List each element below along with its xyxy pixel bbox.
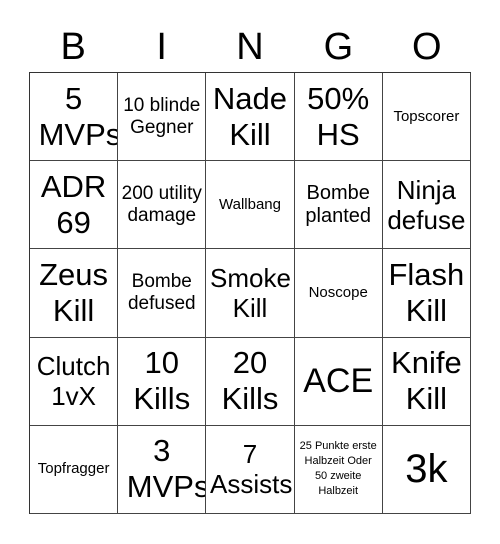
cell-text: 10 Kills [133,345,191,417]
cell-text: 3k [405,447,448,492]
cell-text: 10 blinde Gegner [123,94,201,138]
cell-text: Smoke Kill [209,262,291,323]
bingo-cell[interactable]: 10 Kills [118,337,207,426]
bingo-cell[interactable]: 3 MVPs [118,425,207,514]
cell-text: Noscope [308,283,368,301]
header-letter-o: O [412,26,442,68]
bingo-cell[interactable]: Clutch 1vX [30,337,119,426]
header-letter-i: I [156,26,167,68]
cell-text: Bombe planted [305,181,371,227]
cell-text: 50% HS [307,80,370,152]
bingo-cell[interactable]: Smoke Kill [206,249,295,338]
bingo-header: B I N G O [29,22,471,72]
cell-text: Nade Kill [212,80,288,152]
cell-text: 20 Kills [221,345,279,417]
bingo-cell[interactable]: Bombe defused [118,249,207,338]
cell-text: 25 Punkte erste Halbzeit Oder 50 zweite … [299,440,377,498]
cell-text: Topfragger [37,460,110,478]
cell-text: Topscorer [393,107,460,125]
bingo-cell[interactable]: ADR 69 [30,161,119,250]
bingo-cell[interactable]: Ninja defuse [382,161,471,250]
header-letter-n: N [236,26,264,68]
cell-text: Flash Kill [388,256,465,328]
bingo-cell[interactable]: 7 Assists [206,425,295,514]
header-letter-g: G [323,26,354,68]
cell-text: ACE [303,362,374,401]
bingo-cell[interactable]: Nade Kill [206,73,295,162]
bingo-cell[interactable]: 5 MVPs [30,73,119,162]
bingo-cell[interactable]: 25 Punkte erste Halbzeit Oder 50 zweite … [294,425,383,514]
bingo-cell[interactable]: ACE [294,337,383,426]
cell-text: Clutch 1vX [36,351,111,412]
bingo-cell[interactable]: Wallbang [206,161,295,250]
cell-text: Zeus Kill [39,256,109,328]
bingo-cell[interactable]: Topfragger [30,425,119,514]
header-letter-b: B [60,26,86,68]
bingo-cell[interactable]: 10 blinde Gegner [118,73,207,162]
bingo-cell[interactable]: Bombe planted [294,161,383,250]
cell-text: 3 MVPs [126,433,207,505]
cell-text: Bombe defused [127,270,196,314]
bingo-cell[interactable]: Noscope [294,249,383,338]
bingo-cell[interactable]: Flash Kill [382,249,471,338]
cell-text: ADR 69 [40,168,107,240]
cell-text: Ninja defuse [387,174,466,235]
bingo-cell[interactable]: Knife Kill [382,337,471,426]
cell-text: Wallbang [219,195,281,213]
cell-text: 5 MVPs [38,80,119,152]
cell-text: 7 Assists [209,439,293,500]
cell-text: Knife Kill [391,345,462,417]
bingo-cell[interactable]: 50% HS [294,73,383,162]
bingo-cell[interactable]: Topscorer [382,73,471,162]
bingo-cell[interactable]: 3k [382,425,471,514]
bingo-cell[interactable]: Zeus Kill [30,249,119,338]
bingo-grid: 5 MVPs 10 blinde Gegner Nade Kill 50% HS… [29,72,471,514]
cell-text: 200 utility damage [121,182,202,226]
bingo-cell[interactable]: 20 Kills [206,337,295,426]
bingo-cell[interactable]: 200 utility damage [118,161,207,250]
